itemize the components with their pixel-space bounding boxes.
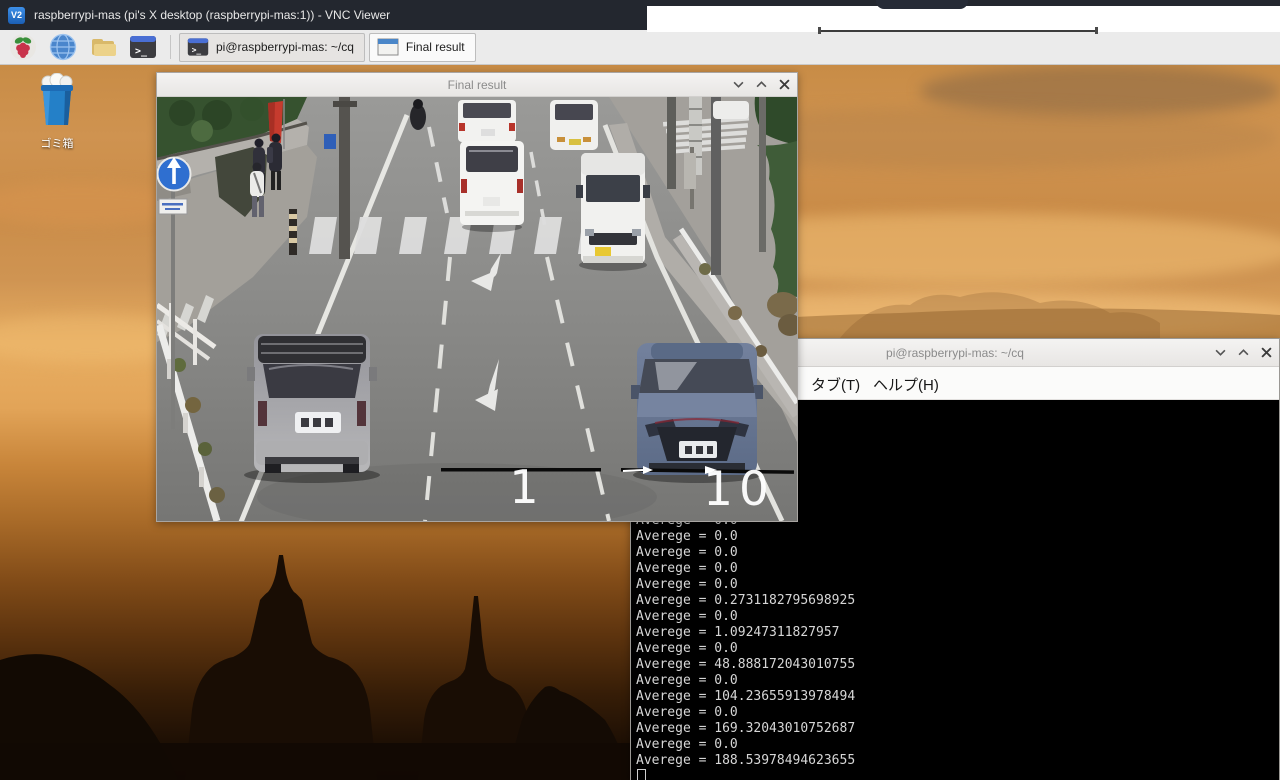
console-line: Averege = 104.23655913978494: [636, 689, 855, 705]
vnc-viewer-screen: ゴミ箱 pi@raspberrypi-mas: ~/cq タブ(T) ヘルプ(H…: [0, 0, 1280, 780]
white-van-far: [458, 100, 516, 142]
applications-menu-button[interactable]: [6, 32, 40, 63]
console-line: Averege = 169.32043010752687: [636, 721, 855, 737]
menu-tab[interactable]: タブ(T): [811, 374, 860, 395]
task-label: pi@raspberrypi-mas: ~/cq: [216, 40, 354, 54]
svg-text:>_: >_: [192, 46, 202, 55]
white-van-rear: [460, 141, 524, 232]
console-line: Averege = 0.0: [636, 529, 855, 545]
taskbar: >_ >_ pi@raspberrypi-mas: ~/cq Final res…: [0, 30, 1280, 65]
console-line: Averege = 0.2731182795698925: [636, 593, 855, 609]
terminal-icon: >_: [186, 36, 210, 58]
final-result-window: Final result: [156, 72, 798, 522]
task-button-final-result[interactable]: Final result: [369, 33, 476, 62]
console-line: Averege = 0.0: [636, 609, 855, 625]
console-line: Averege = 1.09247311827957: [636, 625, 855, 641]
file-manager-button[interactable]: [86, 32, 120, 63]
console-line: Averege = 188.53978494623655: [636, 753, 855, 769]
console-line: Averege = 0.0: [636, 561, 855, 577]
final-result-title: Final result: [448, 78, 507, 92]
minimize-icon[interactable]: [732, 78, 745, 91]
vnc-toolbar-tab[interactable]: [876, 0, 968, 9]
overlay-tick: [818, 27, 821, 34]
white-car-distant: [713, 101, 749, 119]
terminal-title: pi@raspberrypi-mas: ~/cq: [886, 346, 1024, 360]
console-line: Averege = 0.0: [636, 705, 855, 721]
svg-text:>_: >_: [135, 46, 148, 57]
web-browser-button[interactable]: [46, 32, 80, 63]
overlay-line: [820, 30, 1096, 32]
console-line: Averege = 48.888172043010755: [636, 657, 855, 673]
terminal-launcher-button[interactable]: >_: [126, 32, 160, 63]
console-line: Averege = 0.0: [636, 577, 855, 593]
white-wagon: [550, 100, 598, 150]
silver-minivan: [244, 334, 380, 483]
close-icon[interactable]: [1260, 346, 1273, 359]
trash-can-icon: [34, 73, 80, 129]
maximize-icon[interactable]: [1237, 346, 1250, 359]
task-button-terminal[interactable]: >_ pi@raspberrypi-mas: ~/cq: [179, 33, 365, 62]
white-overlay-panel: [647, 6, 1280, 32]
maximize-icon[interactable]: [755, 78, 768, 91]
close-icon[interactable]: [778, 78, 791, 91]
globe-icon: [49, 33, 77, 61]
vnc-window-title: raspberrypi-mas (pi's X desktop (raspber…: [34, 8, 390, 22]
taskbar-separator: [170, 35, 171, 59]
traffic-camera-frame[interactable]: 1 10: [157, 97, 797, 521]
console-line: Averege = 0.0: [636, 641, 855, 657]
terminal-cursor: [637, 769, 646, 780]
window-icon: [376, 36, 400, 58]
task-label: Final result: [406, 40, 465, 54]
overlay-tick: [1095, 27, 1098, 34]
final-result-titlebar[interactable]: Final result: [157, 73, 797, 97]
folder-icon: [89, 33, 117, 61]
menu-help[interactable]: ヘルプ(H): [873, 374, 939, 395]
minimize-icon[interactable]: [1214, 346, 1227, 359]
counter-right: 10: [703, 462, 775, 517]
trash-icon[interactable]: ゴミ箱: [28, 73, 86, 149]
console-line: Averege = 0.0: [636, 673, 855, 689]
terminal-icon: >_: [128, 33, 158, 61]
counter-left: 1: [509, 460, 538, 514]
raspberry-icon: [9, 33, 37, 61]
white-kei-truck: [576, 153, 650, 271]
trash-label: ゴミ箱: [28, 135, 86, 151]
console-line: Averege = 0.0: [636, 737, 855, 753]
console-line: Averege = 0.0: [636, 545, 855, 561]
vnc-logo-icon: V2: [8, 7, 25, 24]
